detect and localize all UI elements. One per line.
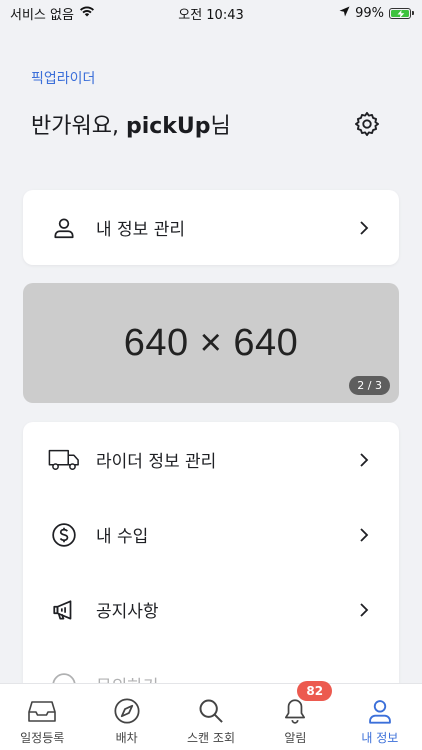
location-arrow-icon (339, 6, 350, 21)
tab-schedule[interactable]: 일정등록 (0, 684, 84, 750)
tab-my-info[interactable]: 내 정보 (338, 684, 422, 750)
tab-label: 알림 (284, 731, 307, 745)
truck-icon (48, 444, 80, 476)
carrier-text: 서비스 없음 (10, 7, 74, 23)
banner-carousel[interactable]: 640 × 640 2 / 3 (23, 283, 399, 403)
compass-icon (112, 696, 142, 726)
brand-label: 픽업라이더 (31, 71, 96, 87)
status-bar: 서비스 없음 오전 10:43 99% (0, 0, 422, 26)
chevron-right-icon (357, 219, 371, 237)
greeting: 반가워요, pickUp 님 (31, 108, 231, 140)
dollar-icon (48, 519, 80, 551)
my-info-label: 내 정보 관리 (96, 220, 186, 240)
my-info-row[interactable]: 내 정보 관리 (23, 190, 399, 265)
tab-bar: 일정등록 배차 스캔 조회 82 알림 내 정보 (0, 681, 422, 750)
user-name: pickUp (125, 114, 211, 139)
inbox-icon (27, 696, 57, 726)
tab-scan[interactable]: 스캔 조회 (169, 684, 253, 750)
gear-icon (353, 110, 381, 142)
banner-placeholder: 640 × 640 (123, 321, 299, 364)
greeting-suffix: 님 (210, 114, 231, 139)
tab-dispatch[interactable]: 배차 (84, 684, 168, 750)
chevron-right-icon (357, 601, 371, 619)
menu-item-rider-info[interactable]: 라이더 정보 관리 (23, 422, 399, 497)
chevron-right-icon (357, 526, 371, 544)
menu-item-label: 공지사항 (96, 602, 159, 622)
wifi-icon (79, 5, 95, 21)
alert-count-badge: 82 (297, 681, 333, 701)
tab-label: 스캔 조회 (187, 731, 235, 745)
menu-item-label: 내 수입 (96, 527, 149, 547)
tab-label: 배차 (115, 731, 138, 745)
settings-button[interactable] (353, 110, 381, 142)
megaphone-icon (48, 594, 80, 626)
battery-percent: 99% (355, 5, 384, 21)
menu-item-income[interactable]: 내 수입 (23, 497, 399, 572)
banner-pager: 2 / 3 (349, 376, 390, 395)
tab-label: 내 정보 (361, 731, 399, 745)
search-icon (196, 696, 226, 726)
status-left: 서비스 없음 (10, 4, 95, 23)
user-icon (365, 696, 395, 726)
user-icon (48, 212, 80, 244)
menu-item-label: 라이더 정보 관리 (96, 452, 217, 472)
chevron-right-icon (357, 451, 371, 469)
menu-item-notice[interactable]: 공지사항 (23, 572, 399, 647)
greeting-prefix: 반가워요, (31, 114, 126, 139)
menu-card: 라이더 정보 관리 내 수입 공지사항 (23, 422, 399, 702)
tab-label: 일정등록 (20, 731, 65, 745)
tab-alerts[interactable]: 82 알림 (253, 681, 337, 750)
profile-card: 내 정보 관리 (23, 190, 399, 265)
battery-icon (389, 7, 414, 19)
status-right: 99% (339, 6, 414, 21)
